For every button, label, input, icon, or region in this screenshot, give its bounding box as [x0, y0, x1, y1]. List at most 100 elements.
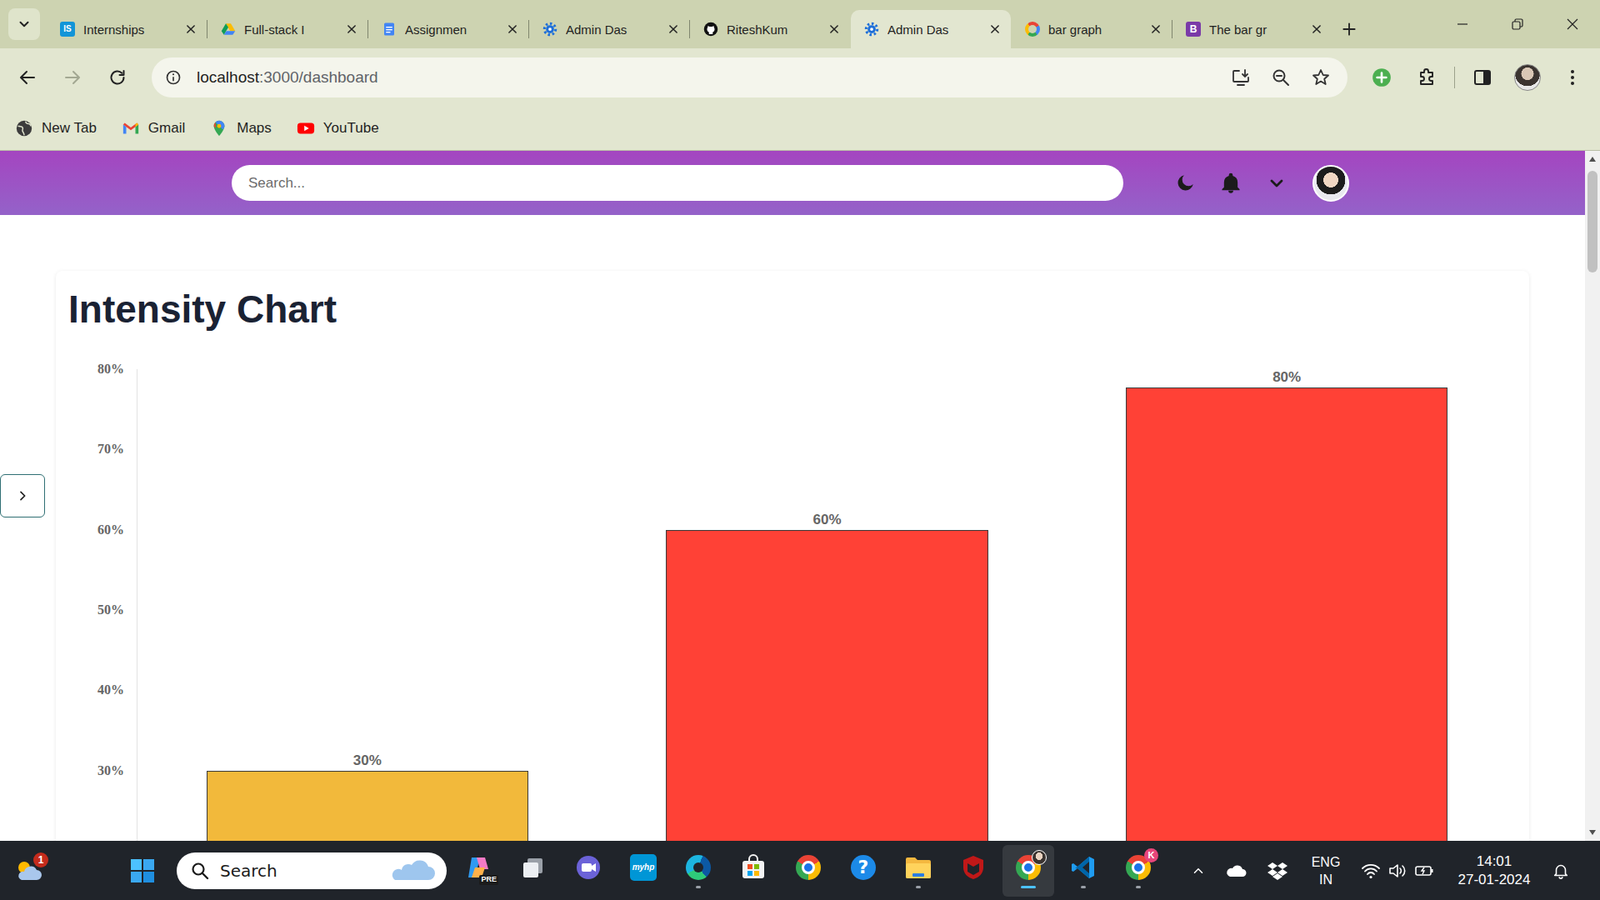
tab-separator [1010, 20, 1012, 39]
back-button[interactable] [10, 60, 45, 95]
taskbar-app[interactable]: K [1112, 845, 1165, 897]
clock[interactable]: 14:01 27-01-2024 [1445, 852, 1543, 890]
address-bar[interactable]: localhost:3000/dashboard [151, 57, 1348, 98]
bookmark[interactable]: Maps [203, 114, 279, 143]
chrome-icon [795, 855, 821, 880]
taskbar-app[interactable]: ? [837, 845, 890, 897]
taskbar-app[interactable] [672, 845, 725, 897]
menu-button[interactable] [1555, 60, 1590, 95]
tab-search-button[interactable] [8, 8, 40, 40]
app-icon-wrap [903, 853, 934, 882]
browser-tab[interactable]: IS Internships [46, 10, 207, 49]
tab-separator [528, 20, 530, 39]
close-icon[interactable] [1310, 23, 1323, 35]
extension-button[interactable] [1364, 60, 1400, 95]
search-placeholder: Search [220, 860, 379, 881]
taskbar-app[interactable] [782, 845, 835, 897]
bookmark-star-button[interactable] [1305, 62, 1336, 93]
site-info-button[interactable] [160, 64, 187, 91]
taskbar-app[interactable]: myhp [617, 845, 670, 897]
bar[interactable] [206, 770, 529, 842]
browser-tab[interactable]: B The bar gr [1172, 10, 1333, 49]
forward-button[interactable] [55, 60, 90, 95]
bar[interactable] [665, 530, 988, 841]
taskbar-search[interactable]: Search [176, 852, 447, 890]
quick-settings[interactable] [1357, 861, 1438, 880]
taskbar-app[interactable] [727, 845, 780, 897]
taskbar-app[interactable] [562, 845, 615, 897]
close-icon[interactable] [506, 23, 519, 35]
dropbox-button[interactable] [1260, 854, 1295, 888]
scrollbar[interactable] [1585, 150, 1600, 841]
tab-label: The bar gr [1209, 22, 1303, 37]
running-indicator [475, 885, 481, 889]
store-icon [740, 854, 767, 881]
browser-tab[interactable]: Assignmen [368, 10, 529, 49]
dark-mode-button[interactable] [1168, 166, 1202, 200]
region-text: IN [1319, 870, 1333, 889]
running-indicator [640, 885, 646, 889]
notifications-button[interactable] [1214, 166, 1248, 200]
close-icon[interactable] [828, 23, 840, 35]
browser-tab[interactable]: RiteshKum [690, 10, 850, 49]
bookmark-label: Gmail [148, 120, 185, 137]
speaker-icon [1387, 861, 1408, 880]
y-tick-label: 60% [97, 522, 125, 538]
taskbar-app[interactable] [892, 845, 945, 897]
profile-button[interactable] [1510, 60, 1545, 95]
taskbar-app[interactable] [1002, 845, 1055, 897]
hidden-icons-button[interactable] [1185, 854, 1211, 888]
bar-group: 30% [137, 369, 598, 841]
scrollbar-thumb[interactable] [1587, 170, 1598, 273]
search-input[interactable] [231, 165, 1124, 201]
favicon-icon: IS [60, 21, 75, 37]
dashboard-header [0, 150, 1585, 215]
running-indicator [1020, 885, 1036, 889]
close-icon[interactable] [1150, 23, 1162, 35]
close-icon[interactable] [667, 23, 680, 35]
install-button[interactable] [1225, 62, 1256, 93]
taskbar-app[interactable] [507, 845, 560, 897]
browser-tab[interactable]: bar graph [1011, 10, 1172, 49]
date-text: 27-01-2024 [1458, 870, 1531, 890]
onedrive-button[interactable] [1219, 854, 1253, 888]
close-window-button[interactable] [1545, 0, 1600, 49]
vscode-icon [1070, 854, 1097, 881]
weather-widget[interactable]: 1 [8, 850, 49, 891]
restore-button[interactable] [1490, 0, 1545, 49]
tab-separator [45, 20, 47, 39]
reload-button[interactable] [100, 60, 135, 95]
sidebar-toggle-button[interactable] [0, 474, 45, 518]
tab-label: Assignmen [405, 22, 499, 37]
language-indicator[interactable]: ENG IN [1302, 853, 1350, 889]
bar-value-label: 80% [1272, 369, 1301, 386]
app-icon-wrap: ? [848, 853, 879, 882]
close-icon[interactable] [345, 23, 358, 35]
new-tab-button[interactable] [1335, 15, 1363, 43]
side-panel-button[interactable] [1465, 60, 1500, 95]
bookmark[interactable]: New Tab [8, 114, 104, 143]
bar[interactable] [1125, 387, 1448, 841]
minimize-button[interactable] [1435, 0, 1490, 49]
chart-card: Intensity Chart 80%70%60%50%40%30% 30% 6… [55, 270, 1530, 841]
user-menu-button[interactable] [1260, 166, 1294, 200]
battery-icon [1414, 861, 1435, 880]
user-avatar[interactable] [1312, 165, 1350, 202]
bookmark[interactable]: YouTube [290, 114, 386, 143]
app-icon-wrap [738, 853, 769, 882]
close-icon[interactable] [989, 23, 1001, 35]
taskbar-app[interactable]: PRE [452, 845, 505, 897]
taskbar-app[interactable] [947, 845, 1000, 897]
bookmark[interactable]: Gmail [115, 114, 192, 143]
browser-tab[interactable]: Admin Das [850, 10, 1011, 49]
notification-center-button[interactable] [1550, 854, 1571, 888]
browser-tab[interactable]: Admin Das [529, 10, 690, 49]
forward-arrow-icon [62, 67, 83, 88]
close-icon[interactable] [185, 23, 197, 35]
taskbar-app[interactable] [1057, 845, 1110, 897]
bookmark-label: Maps [236, 120, 272, 137]
extensions-button[interactable] [1409, 60, 1445, 95]
zoom-button[interactable] [1265, 62, 1296, 93]
browser-tab[interactable]: Full-stack I [207, 10, 368, 49]
start-button[interactable] [122, 850, 163, 891]
